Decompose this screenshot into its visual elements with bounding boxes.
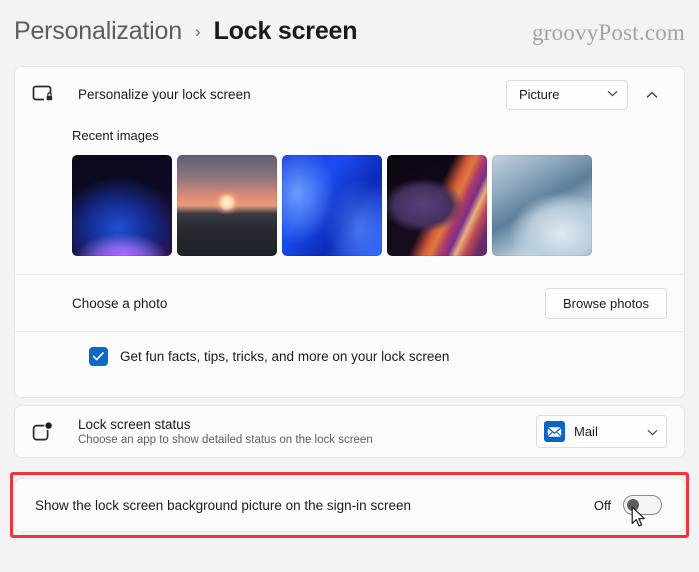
fun-facts-row[interactable]: Get fun facts, tips, tricks, and more on… xyxy=(15,332,684,380)
mouse-cursor xyxy=(631,506,648,534)
personalize-lock-screen-card: Personalize your lock screen Picture Rec… xyxy=(14,66,685,398)
fun-facts-label: Get fun facts, tips, tricks, and more on… xyxy=(120,349,449,364)
page-header: Personalization › Lock screen groovyPost… xyxy=(0,0,699,62)
lock-screen-status-title: Lock screen status xyxy=(78,417,536,432)
choose-photo-label: Choose a photo xyxy=(72,296,545,311)
page-title: Lock screen xyxy=(214,17,358,46)
status-app-dropdown[interactable]: Mail xyxy=(536,415,667,448)
personalize-title: Personalize your lock screen xyxy=(78,87,506,102)
recent-images-label: Recent images xyxy=(72,128,667,143)
settings-page: Personalization › Lock screen groovyPost… xyxy=(0,0,699,572)
mail-icon xyxy=(544,421,565,442)
lock-screen-status-icon xyxy=(32,421,62,443)
personalize-header-row[interactable]: Personalize your lock screen Picture xyxy=(15,67,684,122)
collapse-section-button[interactable] xyxy=(637,80,667,110)
browse-photos-button[interactable]: Browse photos xyxy=(545,288,667,319)
lock-screen-status-row: Lock screen status Choose an app to show… xyxy=(15,406,684,457)
fun-facts-checkbox[interactable] xyxy=(89,347,108,366)
background-type-dropdown[interactable]: Picture xyxy=(506,80,628,110)
choose-photo-row: Choose a photo Browse photos xyxy=(15,275,684,331)
lock-screen-icon xyxy=(32,84,62,106)
signin-background-card: Show the lock screen background picture … xyxy=(14,478,685,532)
breadcrumb: Personalization › Lock screen xyxy=(0,17,357,46)
lock-screen-status-text: Lock screen status Choose an app to show… xyxy=(78,417,536,446)
lock-screen-status-subtitle: Choose an app to show detailed status on… xyxy=(78,434,536,446)
chevron-down-icon xyxy=(647,423,658,441)
recent-image-thumbnail[interactable] xyxy=(492,155,592,256)
recent-image-thumbnail[interactable] xyxy=(72,155,172,256)
recent-images-section: Recent images xyxy=(15,122,684,256)
recent-image-thumbnail[interactable] xyxy=(282,155,382,256)
watermark: groovyPost.com xyxy=(532,20,685,46)
background-type-value: Picture xyxy=(519,87,559,102)
status-app-value: Mail xyxy=(574,424,647,439)
signin-background-toggle-group[interactable]: Off xyxy=(594,495,662,515)
signin-background-label: Show the lock screen background picture … xyxy=(35,498,594,513)
lock-screen-status-card[interactable]: Lock screen status Choose an app to show… xyxy=(14,405,685,458)
recent-image-thumbnail[interactable] xyxy=(177,155,277,256)
breadcrumb-separator-icon: › xyxy=(195,22,201,42)
breadcrumb-personalization[interactable]: Personalization xyxy=(14,17,182,46)
toggle-state-label: Off xyxy=(594,498,611,513)
chevron-down-icon xyxy=(607,89,618,100)
recent-images-list xyxy=(72,155,667,256)
signin-background-row: Show the lock screen background picture … xyxy=(15,479,684,531)
recent-image-thumbnail[interactable] xyxy=(387,155,487,256)
